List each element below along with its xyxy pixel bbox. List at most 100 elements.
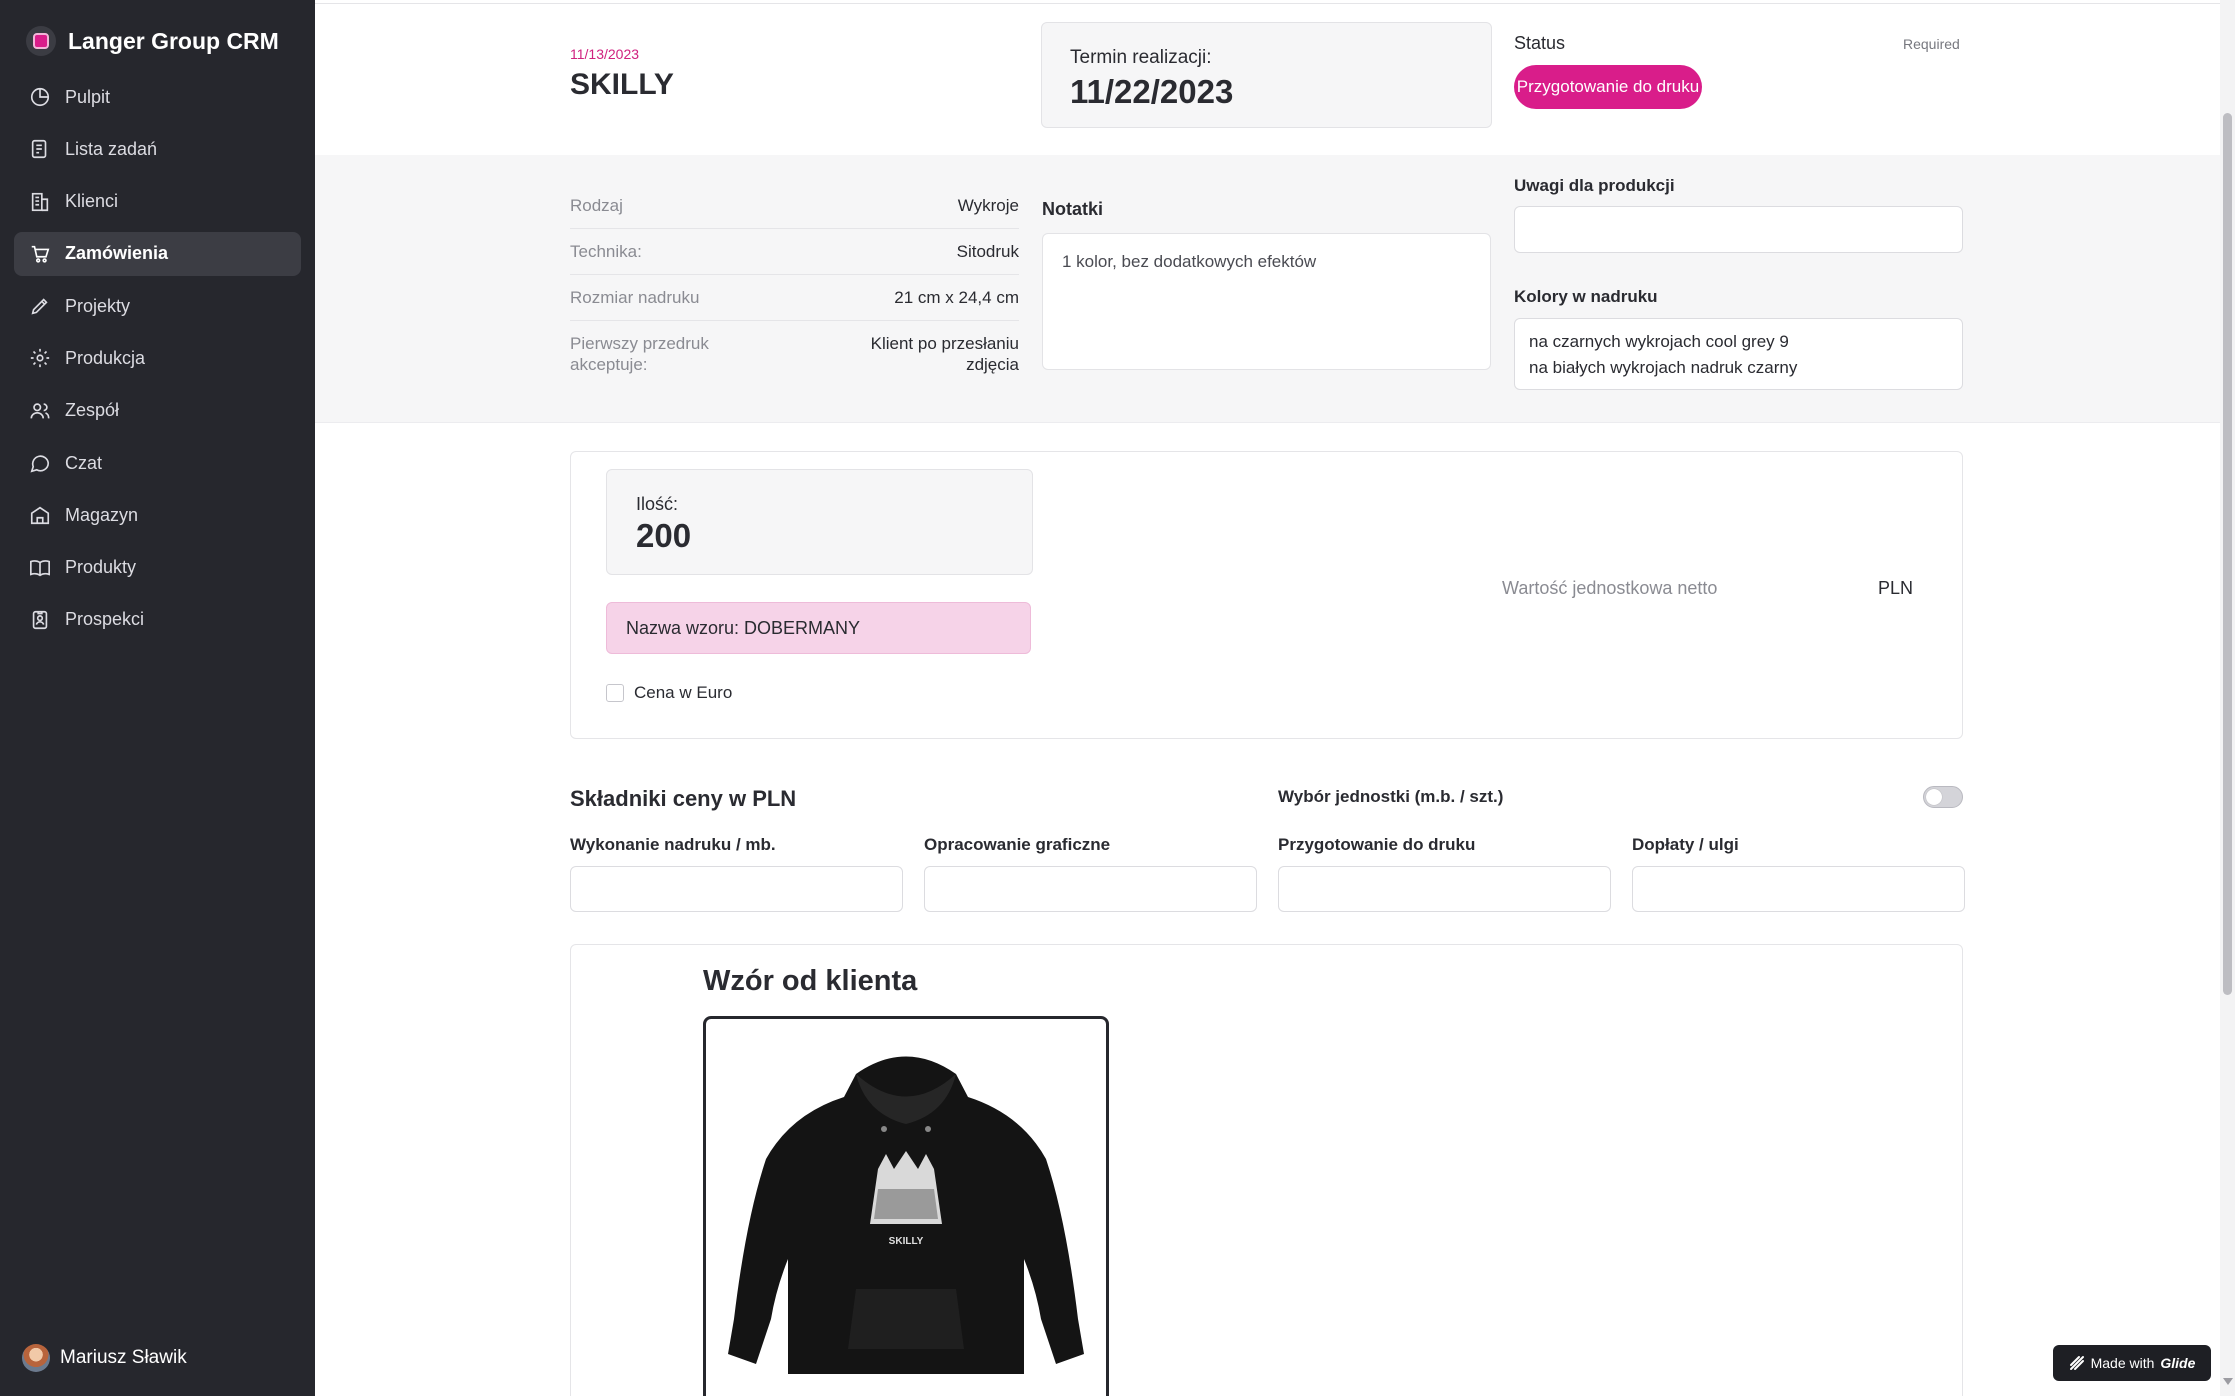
unit-price-label: Wartość jednostkowa netto <box>1502 578 1718 598</box>
app-title: Langer Group CRM <box>68 27 279 54</box>
euro-price-option[interactable]: Cena w Euro <box>606 683 732 703</box>
deadline-label: Termin realizacji: <box>1070 47 1212 68</box>
euro-checkbox[interactable] <box>606 684 624 702</box>
user-profile[interactable]: Mariusz Sławik <box>22 1344 187 1372</box>
sidebar-item-label: Lista zadań <box>65 138 158 159</box>
deadline-card: Termin realizacji: 11/22/2023 <box>1041 22 1492 128</box>
detail-value: 21 cm x 24,4 cm <box>894 288 1019 307</box>
order-date: 11/13/2023 <box>570 46 640 62</box>
made-with-glide-badge[interactable]: Made with Glide <box>2053 1345 2211 1381</box>
book-icon <box>30 559 50 576</box>
sidebar-item-label: Zespół <box>65 400 120 421</box>
sidebar-item-pulpit[interactable]: Pulpit <box>14 75 301 119</box>
production-notes-label: Uwagi dla produkcji <box>1514 176 1675 195</box>
cart-icon <box>31 245 50 263</box>
sidebar-item-produkcja[interactable]: Produkcja <box>14 336 301 380</box>
main-content: 11/13/2023 SKILLY Termin realizacji: 11/… <box>315 0 2220 1396</box>
sidebar-item-label: Czat <box>65 452 103 473</box>
sidebar-item-label: Pulpit <box>65 86 111 107</box>
order-title: SKILLY <box>570 68 674 101</box>
deadline-value: 11/22/2023 <box>1070 73 1234 110</box>
sidebar-item-projekty[interactable]: Projekty <box>14 284 301 328</box>
graphic-design-input[interactable] <box>924 866 1257 912</box>
sidebar-item-label: Magazyn <box>65 504 139 525</box>
details-list: Rodzaj Wykroje Technika: Sitodruk Rozmia… <box>570 183 1019 387</box>
sidebar-item-magazyn[interactable]: Magazyn <box>14 493 301 537</box>
client-design-title: Wzór od klienta <box>703 965 918 997</box>
unit-price-currency: PLN <box>1878 578 1914 598</box>
notes-label: Notatki <box>1042 199 1104 219</box>
hoodie-image: SKILLY <box>728 1056 1084 1374</box>
sidebar-item-czat[interactable]: Czat <box>14 441 301 485</box>
euro-label: Cena w Euro <box>634 683 733 702</box>
sidebar-item-label: Projekty <box>65 295 131 316</box>
scrollbar[interactable] <box>2220 0 2235 1396</box>
sidebar-nav: Pulpit Lista zadań Klienci Zamówienia Pr… <box>14 75 301 650</box>
detail-value: Wykroje <box>957 196 1019 215</box>
detail-row: Rodzaj Wykroje <box>570 183 1019 229</box>
print-execution-label: Wykonanie nadruku / mb. <box>570 835 776 854</box>
required-label: Required <box>1903 36 1960 52</box>
dashboard-icon <box>30 87 50 107</box>
status-label: Status <box>1514 33 1566 53</box>
notes-field[interactable]: 1 kolor, bez dodatkowych efektów <box>1042 233 1491 370</box>
detail-key: Rozmiar nadruku <box>570 288 700 307</box>
sidebar-item-label: Produkcja <box>65 347 146 368</box>
scrollbar-thumb[interactable] <box>2223 113 2232 995</box>
sidebar-item-prospekci[interactable]: Prospekci <box>14 598 301 642</box>
sidebar: Langer Group CRM Pulpit Lista zadań Klie… <box>0 0 315 1396</box>
print-prep-input[interactable] <box>1278 866 1611 912</box>
brand-logo-icon <box>26 26 56 56</box>
client-design-card: Wzór od klienta SKILLY <box>570 944 1963 1396</box>
detail-key: Pierwszy przedruk akceptuje: <box>570 334 709 374</box>
detail-row: Pierwszy przedruk akceptuje: Klient po p… <box>570 321 1019 387</box>
status-choice-button[interactable]: Przygotowanie do druku <box>1514 65 1702 109</box>
detail-row: Rozmiar nadruku 21 cm x 24,4 cm <box>570 275 1019 321</box>
sidebar-item-label: Zamówienia <box>65 243 169 264</box>
brand[interactable]: Langer Group CRM <box>26 26 279 56</box>
pen-icon <box>31 298 48 315</box>
client-design-image[interactable]: SKILLY <box>703 1016 1109 1396</box>
contact-card-icon <box>32 610 48 630</box>
detail-key: Technika: <box>570 242 642 261</box>
sidebar-item-zespol[interactable]: Zespół <box>14 389 301 433</box>
unit-choice-label: Wybór jednostki (m.b. / szt.) <box>1278 787 1504 806</box>
quantity-box: Ilość: 200 <box>606 469 1033 575</box>
team-icon <box>30 403 50 419</box>
detail-key: Rodzaj <box>570 196 623 215</box>
print-colors-line: na białych wykrojach nadruk czarny <box>1529 358 1798 377</box>
detail-value: Sitodruk <box>956 242 1019 261</box>
made-with-label: Made with <box>2090 1355 2155 1371</box>
quantity-card: Ilość: 200 Nazwa wzoru: DOBERMANY Cena w… <box>570 451 1963 739</box>
glide-logo-icon <box>2069 1356 2084 1370</box>
pattern-name-banner: Nazwa wzoru: DOBERMANY <box>606 602 1031 654</box>
price-components-title: Składniki ceny w PLN <box>570 786 797 811</box>
production-notes-input[interactable] <box>1514 206 1963 253</box>
sidebar-item-zamowienia[interactable]: Zamówienia <box>14 231 301 276</box>
graphic-design-label: Opracowanie graficzne <box>924 835 1111 854</box>
print-prep-label: Przygotowanie do druku <box>1278 835 1476 854</box>
sidebar-item-label: Produkty <box>65 557 137 578</box>
divider <box>315 3 2220 4</box>
warehouse-icon <box>30 507 50 525</box>
surcharges-input[interactable] <box>1632 866 1965 912</box>
sidebar-item-klienci[interactable]: Klienci <box>14 180 301 224</box>
sidebar-item-produkty[interactable]: Produkty <box>14 546 301 590</box>
detail-value: Klient po przesłaniu zdjęcia <box>870 334 1019 374</box>
surcharges-label: Dopłaty / ulgi <box>1632 835 1739 854</box>
scroll-down-icon[interactable] <box>2223 1378 2233 1385</box>
detail-row: Technika: Sitodruk <box>570 229 1019 275</box>
chat-icon <box>30 455 50 473</box>
building-icon <box>31 192 49 211</box>
avatar <box>22 1344 50 1372</box>
print-execution-input[interactable] <box>570 866 903 912</box>
print-colors-line: na czarnych wykrojach cool grey 9 <box>1529 332 1789 351</box>
user-name: Mariusz Sławik <box>60 1347 187 1368</box>
hoodie-print-text: SKILLY <box>889 1236 924 1247</box>
sidebar-item-label: Klienci <box>65 191 119 212</box>
sidebar-item-lista-zadan[interactable]: Lista zadań <box>14 127 301 171</box>
print-colors-field[interactable]: na czarnych wykrojach cool grey 9 na bia… <box>1514 318 1963 390</box>
unit-toggle[interactable] <box>1923 786 1963 808</box>
sidebar-item-label: Prospekci <box>65 609 145 630</box>
gear-icon <box>30 349 50 368</box>
